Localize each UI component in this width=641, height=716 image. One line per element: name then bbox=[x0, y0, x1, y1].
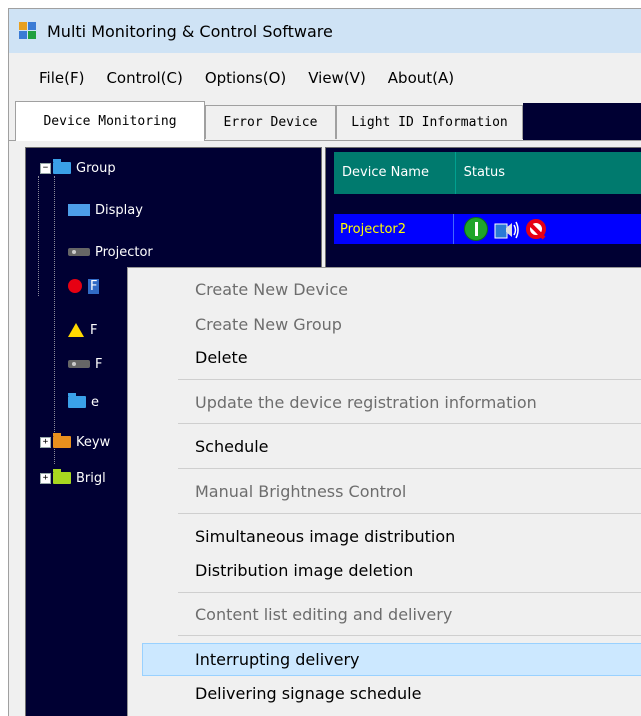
power-on-icon bbox=[464, 217, 488, 241]
tree-node-projector-3[interactable]: F bbox=[68, 354, 102, 374]
menu-separator bbox=[178, 423, 641, 424]
tree-node-brightness[interactable]: + Brigl bbox=[40, 468, 106, 488]
menu-item-simultaneous-distribution[interactable]: Simultaneous image distribution bbox=[128, 520, 641, 552]
menu-item-delete[interactable]: Delete bbox=[128, 341, 641, 373]
menu-item-interrupting-delivery[interactable]: Interrupting delivery bbox=[142, 643, 641, 676]
menu-about[interactable]: About(A) bbox=[388, 69, 454, 87]
projector-icon bbox=[68, 248, 90, 256]
tree-node-group[interactable]: − Group bbox=[40, 158, 116, 178]
tree-label-keyword: Keyw bbox=[76, 434, 111, 450]
expand-icon[interactable]: + bbox=[40, 436, 51, 448]
app-icon bbox=[19, 22, 39, 40]
menu-options[interactable]: Options(O) bbox=[205, 69, 286, 87]
expand-icon-2[interactable]: + bbox=[40, 472, 51, 484]
menu-control[interactable]: Control(C) bbox=[106, 69, 182, 87]
tab-error-device[interactable]: Error Device bbox=[205, 105, 336, 139]
tree-label-truncated-4: e bbox=[91, 394, 99, 410]
menu-item-schedule[interactable]: Schedule bbox=[128, 430, 641, 462]
menu-item-create-new-device: Create New Device bbox=[195, 279, 348, 299]
tree-label-truncated-1: F bbox=[88, 278, 100, 294]
column-device-name[interactable]: Device Name bbox=[334, 152, 456, 194]
menu-file[interactable]: File(F) bbox=[39, 69, 84, 87]
menu-item-content-list: Content list editing and delivery bbox=[195, 604, 453, 624]
menu-separator bbox=[178, 513, 641, 514]
tree-connector bbox=[54, 176, 55, 464]
tree-node-display[interactable]: Display bbox=[68, 200, 143, 220]
folder-icon bbox=[53, 159, 71, 174]
window-title: Multi Monitoring & Control Software bbox=[47, 21, 333, 41]
projector-icon-3 bbox=[68, 360, 90, 368]
menu-separator bbox=[178, 635, 641, 636]
tree-node-subgroup[interactable]: e bbox=[68, 392, 99, 412]
tree-label-display: Display bbox=[95, 202, 143, 218]
title-bar: Multi Monitoring & Control Software bbox=[9, 9, 641, 53]
tab-strip: Device Monitoring Error Device Light ID … bbox=[9, 101, 641, 141]
menu-item-create-new-group: Create New Group bbox=[195, 314, 342, 334]
tree-label-truncated-2: F bbox=[90, 322, 98, 338]
tab-device-monitoring[interactable]: Device Monitoring bbox=[15, 101, 205, 141]
menu-item-distribution-deletion[interactable]: Distribution image deletion bbox=[128, 554, 641, 586]
menu-separator bbox=[178, 379, 641, 380]
menu-item-signage-schedule[interactable]: Delivering signage schedule bbox=[128, 677, 641, 709]
table-row[interactable]: Projector2 bbox=[334, 214, 641, 244]
status-cell bbox=[454, 217, 546, 241]
stop-icon bbox=[526, 219, 546, 239]
menu-bar: File(F) Control(C) Options(O) View(V) Ab… bbox=[9, 61, 641, 95]
tree-node-projector-error[interactable]: F bbox=[68, 276, 100, 296]
tab-light-id-information[interactable]: Light ID Information bbox=[336, 105, 523, 139]
tree-connector-root bbox=[38, 176, 39, 296]
menu-item-update-registration: Update the device registration informati… bbox=[195, 392, 537, 412]
av-mute-icon bbox=[494, 218, 520, 240]
display-icon bbox=[68, 204, 90, 216]
menu-separator bbox=[178, 592, 641, 593]
collapse-icon[interactable]: − bbox=[40, 162, 51, 174]
tree-label-brightness: Brigl bbox=[76, 470, 106, 486]
menu-separator bbox=[178, 468, 641, 469]
tree-node-projector-warning[interactable]: F bbox=[68, 320, 97, 340]
tree-node-keyword[interactable]: + Keyw bbox=[40, 432, 110, 452]
tree-node-projector[interactable]: Projector bbox=[68, 242, 153, 262]
tree-label-projector: Projector bbox=[95, 244, 153, 260]
tab-strip-fill bbox=[523, 103, 641, 141]
tree-label-truncated-3: F bbox=[95, 356, 103, 372]
error-device-icon bbox=[68, 279, 82, 293]
keyword-folder-icon bbox=[53, 433, 71, 448]
column-status[interactable]: Status bbox=[456, 152, 641, 194]
warning-icon bbox=[68, 323, 84, 337]
folder-icon-sub bbox=[68, 393, 86, 408]
device-name-cell: Projector2 bbox=[334, 214, 454, 244]
brightness-folder-icon bbox=[53, 469, 71, 484]
context-menu: Create New Device Create New Group Delet… bbox=[127, 267, 641, 716]
menu-item-manual-brightness: Manual Brightness Control bbox=[195, 481, 407, 501]
menu-view[interactable]: View(V) bbox=[308, 69, 366, 87]
tree-label-group: Group bbox=[76, 160, 116, 176]
grid-header: Device Name Status bbox=[334, 152, 641, 194]
